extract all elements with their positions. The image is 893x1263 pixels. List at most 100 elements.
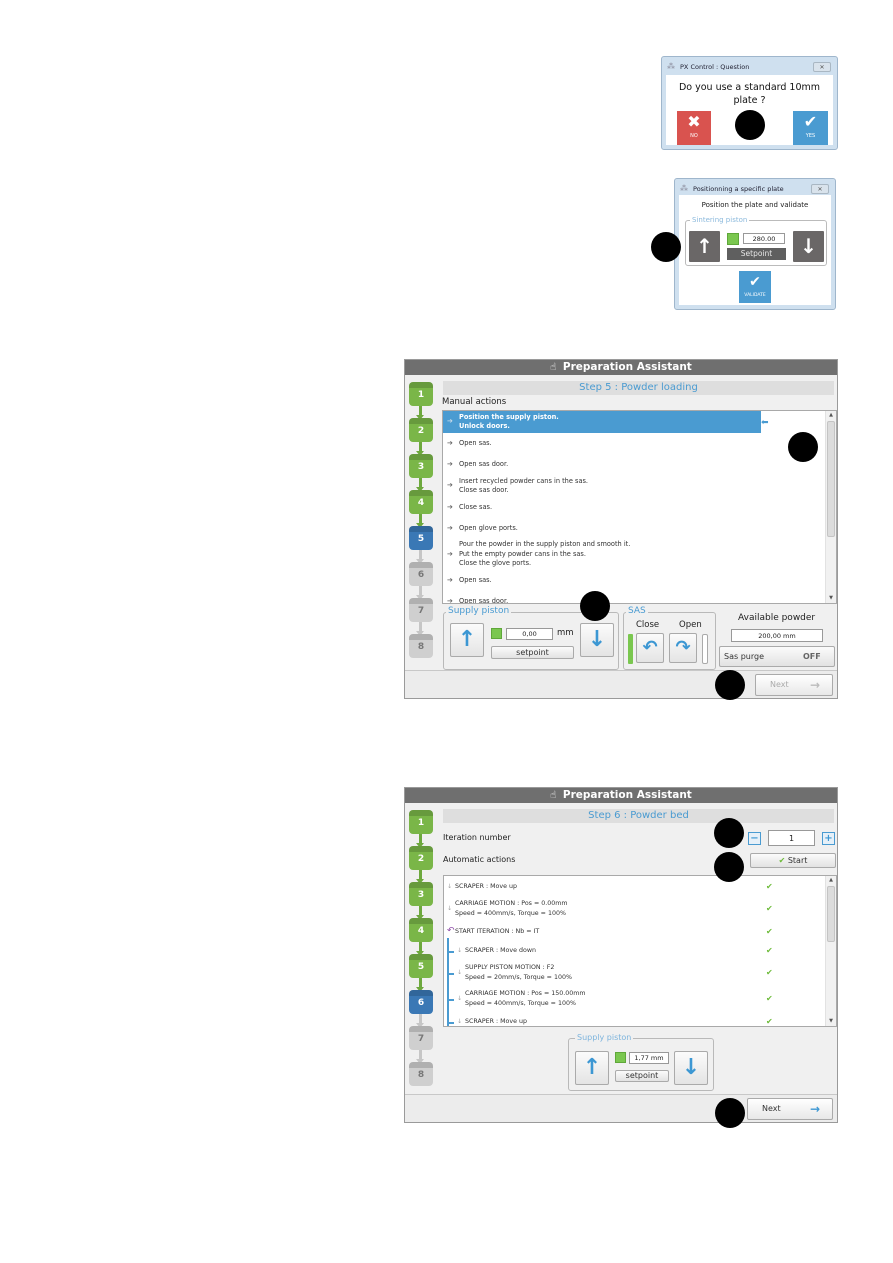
- supply-piston-label: Supply piston: [575, 1032, 634, 1043]
- step-indicator-2: 2: [409, 846, 433, 870]
- step-connector-arrow-icon: [416, 406, 424, 420]
- scroll-up-arrow[interactable]: ▲: [826, 411, 836, 420]
- action-line: Close the glove ports.: [459, 559, 532, 568]
- arrow-bullet-icon: ➔: [447, 417, 453, 425]
- action-arrow-icon: ↓: [457, 946, 463, 954]
- scroll-down-arrow[interactable]: ▼: [826, 594, 836, 603]
- supply-piston-group: Supply piston ↑ 1,77 mm setpoint ↓: [568, 1032, 714, 1091]
- piston-down-button[interactable]: ↓: [580, 623, 614, 657]
- dialog-title: PX Control : Question: [680, 63, 750, 71]
- action-list-item[interactable]: ➔ Position the supply piston. Unlock doors…: [443, 411, 761, 433]
- position-value-field[interactable]: 280.00: [743, 233, 785, 244]
- action-arrow-icon: ↓: [457, 995, 463, 1002]
- footer-bar: Next →: [405, 670, 837, 698]
- callout-marker: [735, 110, 765, 140]
- iteration-number-field[interactable]: 1: [768, 830, 815, 846]
- automatic-action-item: ↓ CARRIAGE MOTION : Pos = 0.00mm Speed = 4…: [444, 896, 824, 922]
- completed-check-icon: ✔: [766, 994, 773, 1003]
- action-line: Speed = 400mm/s, Torque = 100%: [455, 910, 566, 917]
- no-button[interactable]: ✖ NO: [677, 111, 711, 145]
- iteration-increment-button[interactable]: +: [822, 832, 835, 845]
- close-button[interactable]: ✕: [811, 184, 829, 194]
- next-button[interactable]: Next →: [747, 1098, 833, 1120]
- action-line: Open sas.: [459, 575, 492, 584]
- step-connector-arrow-icon: [416, 442, 424, 456]
- step-indicator-8: 8: [409, 1062, 433, 1086]
- step-indicator-2: 2: [409, 418, 433, 442]
- action-text: Open sas.: [459, 576, 492, 586]
- status-indicator: [491, 628, 502, 639]
- action-list-item[interactable]: ➔ Close sas.: [443, 497, 823, 518]
- arrow-right-icon: →: [809, 678, 820, 692]
- no-label: NO: [690, 133, 698, 139]
- move-down-button[interactable]: ↓: [793, 231, 824, 262]
- piston-down-button[interactable]: ↓: [674, 1051, 708, 1085]
- action-list-item[interactable]: ➔ Insert recycled powder cans in the sas.…: [443, 475, 823, 497]
- completed-check-icon: ✔: [766, 881, 773, 891]
- scrollbar[interactable]: ▲ ▼: [825, 411, 836, 603]
- action-list-item[interactable]: ➔ Open glove ports.: [443, 518, 823, 539]
- arrow-bullet-icon: ➔: [447, 459, 453, 468]
- sas-purge-toggle[interactable]: Sas purge OFF: [719, 646, 835, 667]
- step-connector-arrow-icon: [416, 514, 424, 528]
- sas-close-label: Close: [636, 620, 660, 630]
- callout-marker: [788, 432, 818, 462]
- step-connector-arrow-icon: [416, 586, 424, 600]
- completed-check-icon: ✔: [766, 1016, 773, 1026]
- iteration-decrement-button[interactable]: −: [748, 832, 761, 845]
- sas-open-button[interactable]: ↷: [669, 633, 697, 663]
- piston-position-field[interactable]: 0,00: [506, 628, 553, 640]
- action-list-item[interactable]: ➔ Open sas door.: [443, 591, 823, 604]
- scroll-down-arrow[interactable]: ▼: [826, 1017, 836, 1026]
- step-connector-arrow-icon: [416, 906, 424, 920]
- footer-bar: Next →: [405, 1094, 837, 1122]
- setpoint-button[interactable]: setpoint: [491, 646, 574, 659]
- automatic-action-item: ↓ SUPPLY PISTON MOTION : F2 Speed = 20mm/s…: [444, 960, 824, 986]
- move-up-button[interactable]: ↑: [689, 231, 720, 262]
- piston-position-field[interactable]: 1,77 mm: [629, 1052, 669, 1064]
- action-list-item[interactable]: ➔ Open sas door.: [443, 454, 823, 475]
- automatic-actions-list[interactable]: ↓ SCRAPER : Move up ✔ ↓ CARRIAGE MOTION : Po…: [443, 875, 837, 1027]
- minus-icon: −: [750, 833, 759, 844]
- action-line: Open sas door.: [459, 459, 509, 468]
- start-button[interactable]: ✔ Start: [750, 853, 836, 868]
- validate-button[interactable]: ✔ VALIDATE: [739, 271, 771, 303]
- scroll-thumb[interactable]: [827, 886, 835, 942]
- action-text: Open sas door.: [459, 597, 508, 603]
- action-line: Insert recycled powder cans in the sas.: [459, 476, 589, 485]
- window-titlebar: ☝ Preparation Assistant: [405, 360, 837, 375]
- action-line: START ITERATION : Nb = IT: [455, 927, 540, 935]
- setpoint-button[interactable]: setpoint: [615, 1070, 669, 1082]
- scroll-thumb[interactable]: [827, 421, 835, 537]
- window-title: Preparation Assistant: [562, 361, 692, 373]
- close-button[interactable]: ✕: [813, 62, 831, 72]
- start-label: Start: [787, 856, 808, 865]
- action-text: Pour the powder in the supply piston and…: [459, 540, 630, 569]
- sas-close-button[interactable]: ↶: [636, 633, 664, 663]
- automatic-actions-label: Automatic actions: [443, 855, 516, 864]
- scroll-up-arrow[interactable]: ▲: [826, 876, 836, 885]
- actions-list-body: ↓ SCRAPER : Move up ✔ ↓ CARRIAGE MOTION : Po…: [444, 876, 824, 1026]
- arrow-down-icon: ↓: [587, 627, 607, 652]
- step-indicator-8: 8: [409, 634, 433, 658]
- action-line: Open glove ports.: [459, 523, 518, 532]
- action-list-item[interactable]: ➔ Pour the powder in the supply piston an…: [443, 539, 823, 570]
- arrow-up-icon: ↑: [457, 627, 477, 652]
- action-list-item[interactable]: ➔ Open sas.: [443, 570, 823, 591]
- piston-up-button[interactable]: ↑: [450, 623, 484, 657]
- step-indicator-5: 5: [409, 526, 433, 550]
- sas-open-label: Open: [679, 620, 702, 630]
- yes-button[interactable]: ✔ YES: [793, 111, 828, 145]
- callout-marker: [580, 591, 610, 621]
- next-button[interactable]: Next →: [755, 674, 833, 696]
- step-indicator-6: 6: [409, 990, 433, 1014]
- setpoint-button[interactable]: Setpoint: [727, 248, 786, 260]
- step-indicator-5: 5: [409, 954, 433, 978]
- loop-icon: ↶: [447, 925, 455, 936]
- piston-up-button[interactable]: ↑: [575, 1051, 609, 1085]
- next-label: Next: [762, 1104, 781, 1113]
- manual-actions-list[interactable]: ➔ Position the supply piston. Unlock doors…: [442, 410, 837, 604]
- scrollbar[interactable]: ▲ ▼: [825, 876, 836, 1026]
- hand-pointer-icon: ☝: [550, 362, 557, 373]
- action-list-item[interactable]: ➔ Open sas.: [443, 433, 823, 454]
